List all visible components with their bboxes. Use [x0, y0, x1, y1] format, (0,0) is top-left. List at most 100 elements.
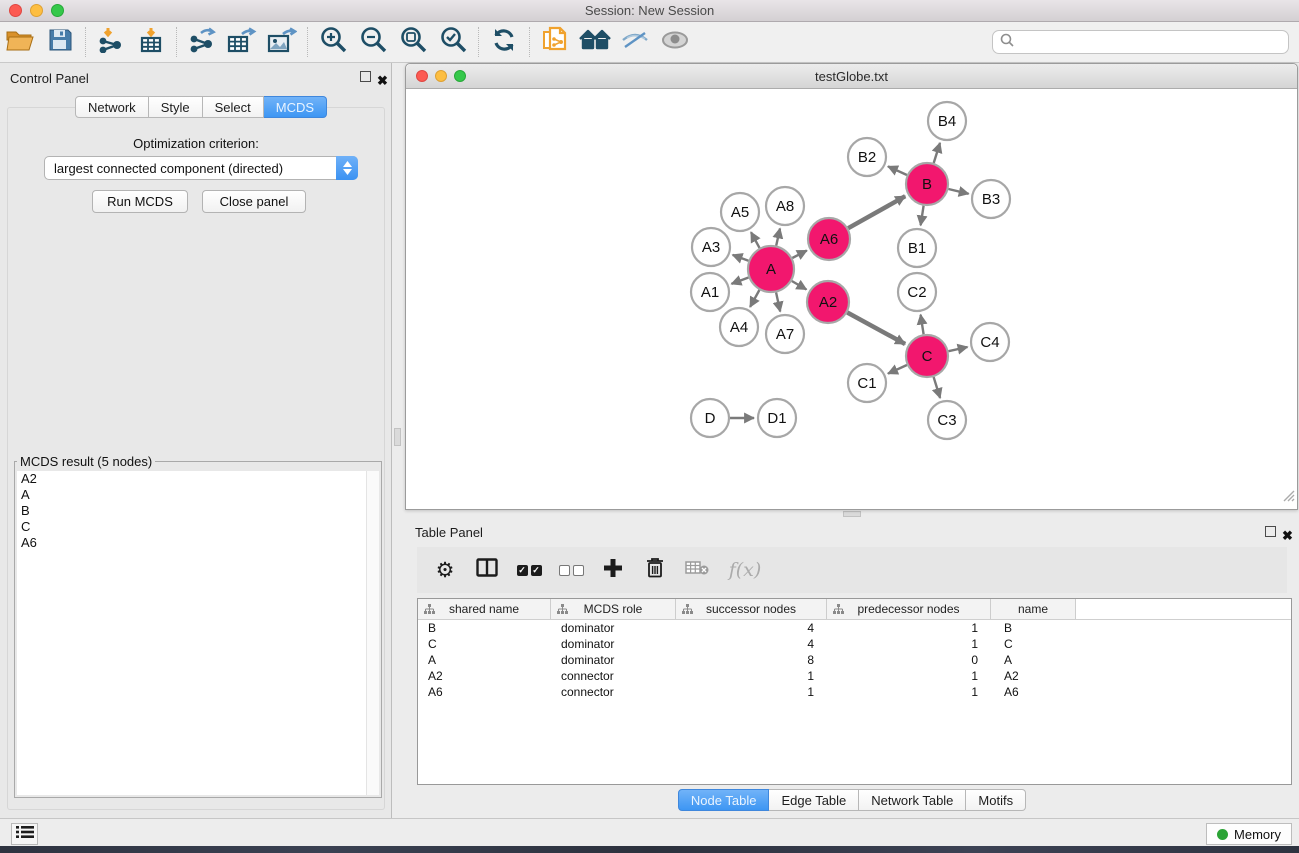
graph-edge-A-A3[interactable] [733, 255, 749, 261]
result-item[interactable]: A2 [17, 471, 379, 487]
horizontal-splitter-grip[interactable] [843, 511, 861, 517]
close-panel-icon[interactable]: ✖ [377, 72, 390, 85]
graph-edge-A6-B[interactable] [848, 196, 905, 228]
minimize-window-icon[interactable] [30, 4, 43, 17]
export-network-button[interactable] [182, 25, 222, 59]
graph-node-C1[interactable]: C1 [848, 364, 886, 402]
graph-edge-B-B2[interactable] [888, 166, 907, 175]
graph-node-A7[interactable]: A7 [766, 315, 804, 353]
graph-node-A8[interactable]: A8 [766, 187, 804, 225]
network-canvas[interactable]: B4B2BB3A8A5A6A3B1AA1C2A2A4A7C4CC1C3DD1 [406, 89, 1297, 509]
tab-network-table[interactable]: Network Table [859, 789, 966, 811]
graph-edge-A-A5[interactable] [751, 232, 760, 248]
graph-node-B3[interactable]: B3 [972, 180, 1010, 218]
table-settings-button[interactable]: ⚙ [429, 554, 461, 586]
result-item[interactable]: A [17, 487, 379, 503]
add-column-button[interactable] [597, 554, 629, 586]
column-header-mcds-role[interactable]: MCDS role [551, 599, 676, 619]
table-row[interactable]: Bdominator41B [418, 620, 1291, 636]
table-row[interactable]: A6connector11A6 [418, 684, 1291, 700]
tab-node-table[interactable]: Node Table [678, 789, 770, 811]
show-graphics-button[interactable] [655, 25, 695, 59]
mcds-result-list[interactable]: A2ABCA6 [17, 471, 379, 795]
resize-grip-icon[interactable] [1281, 488, 1295, 507]
home-button[interactable] [575, 25, 615, 59]
graph-node-D[interactable]: D [691, 399, 729, 437]
graph-edge-A-A7[interactable] [776, 293, 780, 312]
hide-graphics-button[interactable] [615, 25, 655, 59]
task-history-button[interactable] [11, 823, 38, 845]
graph-edge-A-A2[interactable] [792, 281, 807, 290]
table-row[interactable]: Adominator80A [418, 652, 1291, 668]
graph-node-A3[interactable]: A3 [692, 228, 730, 266]
deselect-all-button[interactable] [555, 554, 587, 586]
graph-edge-C-C1[interactable] [888, 365, 907, 374]
delete-button[interactable] [639, 554, 671, 586]
function-builder-button[interactable]: f(x) [723, 554, 767, 586]
memory-button[interactable]: Memory [1206, 823, 1292, 845]
graph-edge-A2-C[interactable] [847, 313, 905, 345]
graph-edge-B-B4[interactable] [934, 143, 940, 163]
refresh-button[interactable] [484, 25, 524, 59]
tab-style[interactable]: Style [149, 96, 203, 118]
float-panel-icon[interactable] [360, 71, 373, 84]
graph-node-C3[interactable]: C3 [928, 401, 966, 439]
tab-select[interactable]: Select [203, 96, 264, 118]
import-table-button[interactable] [131, 25, 171, 59]
graph-edge-C-C4[interactable] [949, 347, 968, 351]
export-image-button[interactable] [262, 25, 302, 59]
graph-node-A1[interactable]: A1 [691, 273, 729, 311]
result-item[interactable]: A6 [17, 535, 379, 551]
graph-node-A[interactable]: A [748, 246, 794, 292]
graph-edge-C-C2[interactable] [921, 315, 924, 335]
delete-table-button[interactable] [681, 554, 713, 586]
save-session-button[interactable] [40, 25, 80, 59]
open-file-button[interactable] [0, 25, 40, 59]
tab-edge-table[interactable]: Edge Table [769, 789, 859, 811]
graph-node-C2[interactable]: C2 [898, 273, 936, 311]
graph-node-B1[interactable]: B1 [898, 229, 936, 267]
graph-node-B[interactable]: B [906, 163, 948, 205]
column-header-shared-name[interactable]: shared name [418, 599, 551, 619]
network-maximize-icon[interactable] [454, 70, 466, 82]
graph-node-A5[interactable]: A5 [721, 193, 759, 231]
tab-network[interactable]: Network [75, 96, 149, 118]
import-network-button[interactable] [91, 25, 131, 59]
graph-node-A4[interactable]: A4 [720, 308, 758, 346]
close-window-icon[interactable] [9, 4, 22, 17]
close-table-panel-icon[interactable]: ✖ [1282, 527, 1295, 540]
graph-edge-A-A1[interactable] [732, 278, 749, 284]
float-table-panel-icon[interactable] [1265, 526, 1278, 539]
result-list-scrollbar[interactable] [366, 471, 379, 795]
column-header-name[interactable]: name [991, 599, 1076, 619]
split-columns-button[interactable] [471, 554, 503, 586]
graph-node-D1[interactable]: D1 [758, 399, 796, 437]
graph-node-C[interactable]: C [906, 335, 948, 377]
graph-edge-A-A6[interactable] [792, 251, 807, 259]
table-row[interactable]: Cdominator41C [418, 636, 1291, 652]
search-box[interactable] [992, 30, 1289, 54]
maximize-window-icon[interactable] [51, 4, 64, 17]
search-input[interactable] [1019, 35, 1288, 50]
network-window-titlebar[interactable]: testGlobe.txt [406, 64, 1297, 89]
zoom-selected-button[interactable] [433, 25, 473, 59]
network-minimize-icon[interactable] [435, 70, 447, 82]
graph-node-C4[interactable]: C4 [971, 323, 1009, 361]
graph-edge-A-A8[interactable] [776, 229, 780, 246]
graph-node-B4[interactable]: B4 [928, 102, 966, 140]
zoom-out-button[interactable] [353, 25, 393, 59]
export-table-button[interactable] [222, 25, 262, 59]
graph-edge-C-C3[interactable] [934, 377, 941, 398]
vertical-splitter-grip[interactable] [394, 428, 401, 446]
zoom-fit-button[interactable] [393, 25, 433, 59]
graph-node-B2[interactable]: B2 [848, 138, 886, 176]
column-header-successor-nodes[interactable]: successor nodes [676, 599, 827, 619]
tab-mcds[interactable]: MCDS [264, 96, 327, 118]
select-all-button[interactable]: ✓✓ [513, 554, 545, 586]
table-row[interactable]: A2connector11A2 [418, 668, 1291, 684]
graph-edge-B-B3[interactable] [948, 189, 968, 194]
network-close-icon[interactable] [416, 70, 428, 82]
graph-node-A6[interactable]: A6 [808, 218, 850, 260]
close-panel-button[interactable]: Close panel [202, 190, 306, 213]
tab-motifs[interactable]: Motifs [966, 789, 1026, 811]
